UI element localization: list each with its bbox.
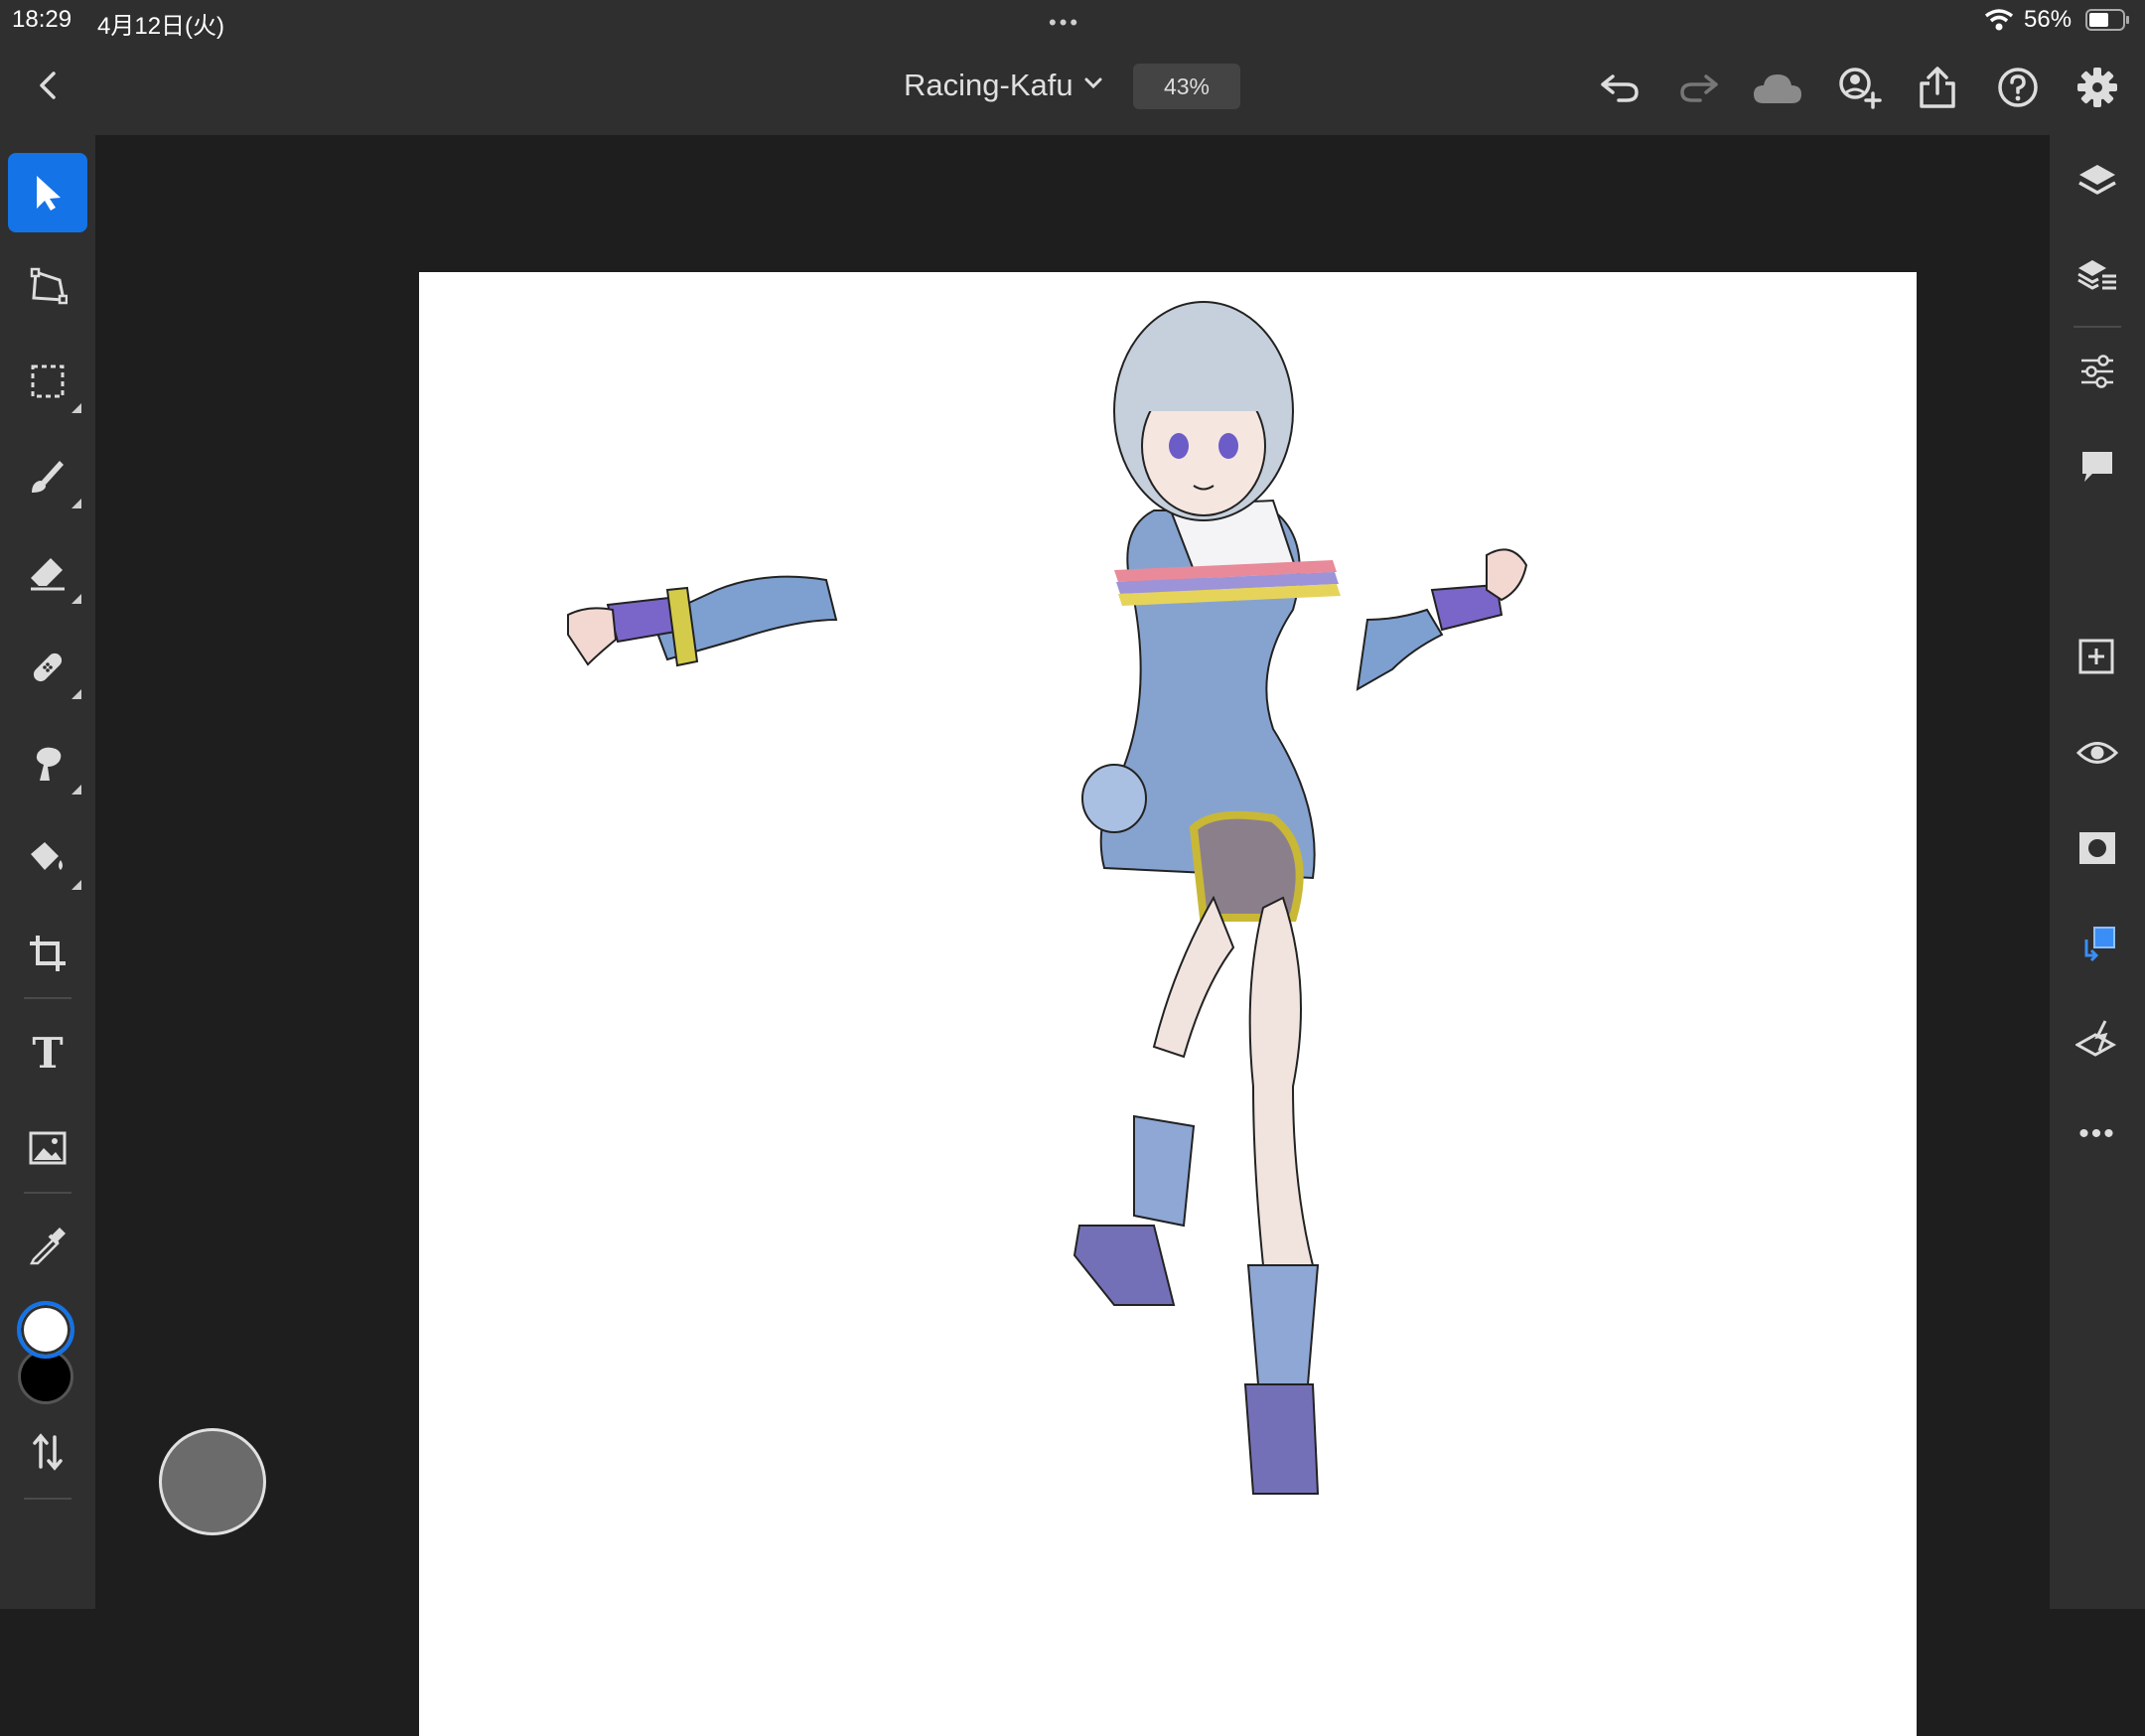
task-bar: ••• bbox=[2050, 135, 2145, 1609]
comments-icon bbox=[2082, 452, 2112, 482]
brush-tool[interactable] bbox=[8, 437, 87, 516]
paint-bucket-icon bbox=[31, 842, 63, 870]
settings-icon bbox=[2077, 68, 2117, 107]
battery-icon bbox=[2085, 9, 2129, 31]
select-tool[interactable] bbox=[8, 153, 87, 232]
back-icon bbox=[40, 72, 56, 99]
eyedropper-icon bbox=[29, 1228, 66, 1265]
multitasking-dots[interactable]: ••• bbox=[1049, 10, 1080, 36]
wifi-icon bbox=[1984, 9, 2014, 31]
more-button[interactable]: ••• bbox=[2066, 1102, 2129, 1166]
cloud-button[interactable] bbox=[1750, 66, 1805, 111]
image-icon bbox=[29, 1131, 67, 1165]
fx-button[interactable] bbox=[2066, 1007, 2129, 1071]
swap-arrows-icon bbox=[33, 1433, 63, 1471]
separator bbox=[24, 1192, 72, 1194]
visibility-icon bbox=[2076, 742, 2118, 764]
top-toolbar: Racing-Kafu 43% bbox=[0, 42, 2145, 135]
separator bbox=[24, 1498, 72, 1500]
fx-icon bbox=[2075, 1020, 2117, 1057]
mask-button[interactable] bbox=[2066, 816, 2129, 880]
smudge-icon bbox=[36, 747, 62, 781]
status-date: 4月12日(火) bbox=[97, 13, 225, 40]
transform-tool[interactable] bbox=[8, 246, 87, 326]
help-icon bbox=[1998, 68, 2038, 107]
invite-button[interactable] bbox=[1833, 64, 1885, 111]
fill-tool[interactable] bbox=[8, 818, 87, 898]
visibility-button[interactable] bbox=[2066, 721, 2129, 785]
marquee-icon bbox=[31, 364, 65, 398]
eyedropper-tool[interactable] bbox=[8, 1206, 87, 1285]
share-icon bbox=[1920, 67, 1955, 108]
transform-icon bbox=[30, 267, 68, 305]
redo-icon bbox=[1680, 74, 1718, 102]
status-bar: 18:29 4月12日(火) ••• 56% bbox=[0, 0, 2145, 42]
add-layer-icon bbox=[2078, 639, 2114, 674]
foreground-color-swatch[interactable] bbox=[17, 1301, 74, 1359]
clipping-icon bbox=[2084, 927, 2115, 962]
adjustments-button[interactable] bbox=[2066, 340, 2129, 403]
back-button[interactable] bbox=[26, 64, 70, 107]
undo-icon bbox=[1601, 74, 1639, 102]
smudge-tool[interactable] bbox=[8, 723, 87, 802]
mask-icon bbox=[2079, 832, 2115, 864]
eraser-tool[interactable] bbox=[8, 532, 87, 612]
tool-bar: T bbox=[0, 135, 95, 1609]
bandage-icon bbox=[33, 652, 63, 682]
help-button[interactable] bbox=[1994, 64, 2042, 111]
settings-button[interactable] bbox=[2074, 64, 2121, 111]
invite-icon bbox=[1839, 68, 1882, 109]
artwork-illustration bbox=[567, 301, 1528, 1495]
undo-button[interactable] bbox=[1597, 66, 1643, 111]
healing-tool[interactable] bbox=[8, 628, 87, 707]
comments-button[interactable] bbox=[2066, 435, 2129, 499]
share-button[interactable] bbox=[1915, 64, 1960, 111]
touch-shortcut-button[interactable] bbox=[159, 1428, 266, 1535]
type-icon: T bbox=[32, 1028, 64, 1078]
swap-colors[interactable] bbox=[8, 1412, 87, 1492]
crop-tool[interactable] bbox=[8, 914, 87, 993]
arrow-pointer-icon bbox=[37, 176, 61, 211]
redo-button[interactable] bbox=[1676, 66, 1722, 111]
marquee-tool[interactable] bbox=[8, 342, 87, 421]
layer-properties-icon bbox=[2077, 260, 2116, 290]
brush-icon bbox=[32, 461, 64, 493]
zoom-level[interactable]: 43% bbox=[1133, 64, 1240, 109]
add-layer-button[interactable] bbox=[2066, 626, 2129, 689]
layer-properties-button[interactable] bbox=[2066, 244, 2129, 308]
layers-button[interactable] bbox=[2066, 149, 2129, 213]
status-time: 18:29 bbox=[12, 6, 72, 33]
workspace bbox=[95, 135, 2050, 1736]
adjustments-icon bbox=[2081, 355, 2113, 388]
crop-icon bbox=[30, 936, 66, 971]
cloud-icon bbox=[1754, 74, 1801, 103]
clipping-button[interactable] bbox=[2066, 912, 2129, 975]
place-image-tool[interactable] bbox=[8, 1108, 87, 1188]
chevron-down-icon[interactable] bbox=[1082, 72, 1104, 93]
separator bbox=[24, 997, 72, 999]
separator bbox=[2074, 326, 2121, 328]
document-title[interactable]: Racing-Kafu bbox=[904, 68, 1073, 103]
document-canvas[interactable] bbox=[419, 272, 1917, 1736]
eraser-icon bbox=[31, 558, 65, 591]
layers-icon bbox=[2078, 165, 2116, 195]
type-tool[interactable]: T bbox=[8, 1013, 87, 1092]
battery-percent: 56% bbox=[2024, 6, 2073, 33]
